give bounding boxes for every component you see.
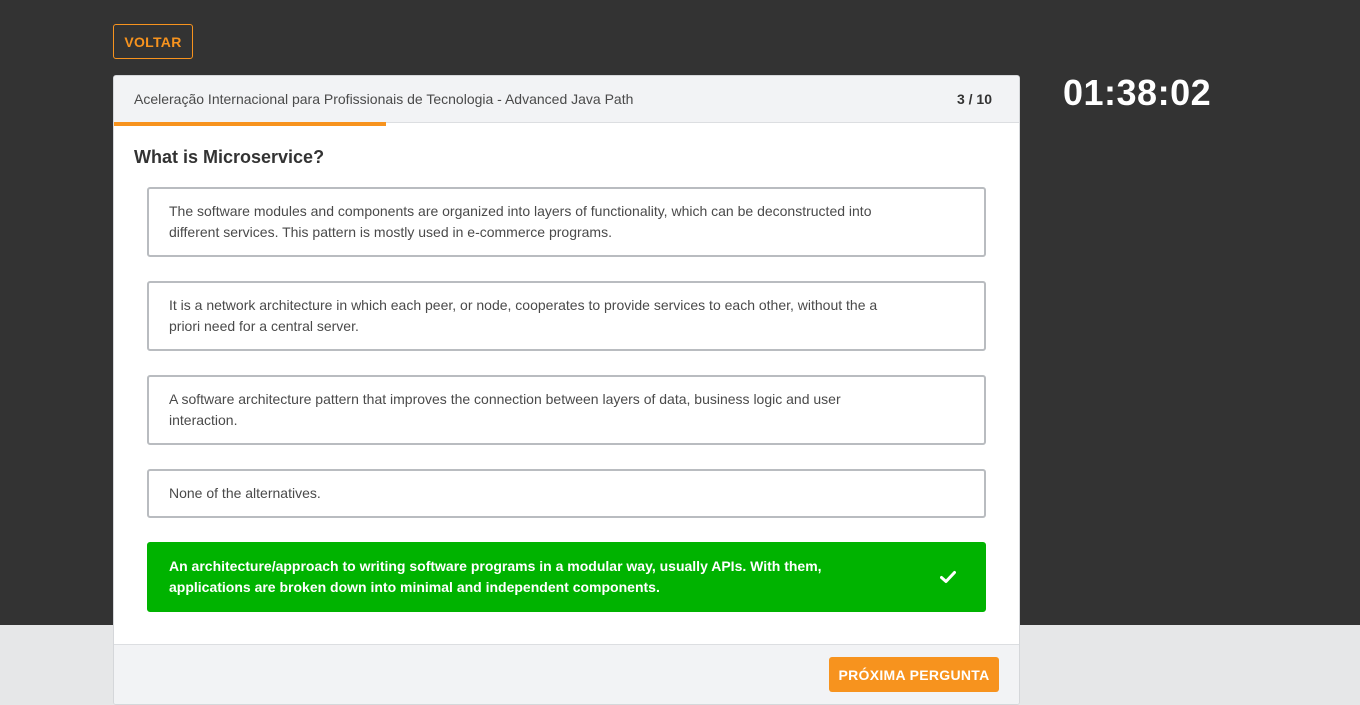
check-icon <box>940 571 956 583</box>
answer-option-text: It is a network architecture in which ea… <box>169 297 878 334</box>
answer-option-4[interactable]: None of the alternatives. <box>147 469 986 518</box>
answer-option-text: None of the alternatives. <box>169 485 321 501</box>
answer-option-2[interactable]: It is a network architecture in which ea… <box>147 281 986 351</box>
answer-option-1[interactable]: The software modules and components are … <box>147 187 986 257</box>
back-button[interactable]: VOLTAR <box>113 24 193 59</box>
progress-bar <box>114 122 1019 126</box>
quiz-footer: PRÓXIMA PERGUNTA <box>114 644 1019 704</box>
course-title: Aceleração Internacional para Profission… <box>134 91 634 107</box>
quiz-card: Aceleração Internacional para Profission… <box>113 75 1020 705</box>
progress-bar-fill <box>114 122 386 126</box>
question-counter: 3 / 10 <box>956 91 992 107</box>
answer-option-text: The software modules and components are … <box>169 203 872 240</box>
quiz-header: Aceleração Internacional para Profission… <box>114 76 1019 123</box>
answer-option-text: A software architecture pattern that imp… <box>169 391 841 428</box>
answer-option-3[interactable]: A software architecture pattern that imp… <box>147 375 986 445</box>
countdown-timer: 01:38:02 <box>1063 72 1212 113</box>
next-question-button[interactable]: PRÓXIMA PERGUNTA <box>829 657 999 692</box>
answer-option-text: An architecture/approach to writing soft… <box>169 558 822 595</box>
answer-option-correct[interactable]: An architecture/approach to writing soft… <box>147 542 986 612</box>
question-title: What is Microservice? <box>134 147 325 167</box>
